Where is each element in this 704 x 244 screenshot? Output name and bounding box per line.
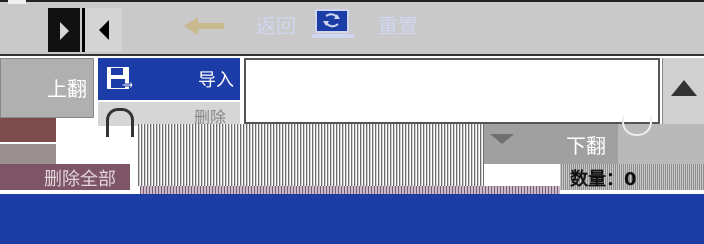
- item-count: 数量：0: [570, 169, 637, 190]
- triangle-right-icon: [60, 22, 69, 40]
- delete-button[interactable]: 删除: [98, 102, 240, 137]
- monitor-refresh-icon[interactable]: [310, 8, 356, 40]
- page-up-label: 上翻: [47, 77, 87, 101]
- page-down-button[interactable]: 下翻: [484, 124, 618, 164]
- delete-icon: [106, 108, 134, 137]
- triangle-down-icon: [490, 134, 514, 144]
- file-list[interactable]: [244, 58, 660, 124]
- reset-button[interactable]: 重置: [378, 10, 418, 39]
- import-label: 导入: [198, 70, 234, 91]
- page-down-label: 下翻: [566, 134, 606, 158]
- triangle-up-icon: [671, 80, 697, 96]
- floppy-disk-arrow-icon: [107, 67, 134, 92]
- left-panel-strip: [0, 144, 56, 164]
- list-body: [138, 124, 484, 186]
- arc-icon: [622, 116, 652, 136]
- back-button[interactable]: 返回: [256, 10, 296, 39]
- triangle-left-icon: [99, 20, 109, 40]
- back-arrow-icon[interactable]: [182, 14, 226, 36]
- nav-prev-button[interactable]: [82, 8, 122, 52]
- bottom-bar: [0, 194, 704, 244]
- delete-all-label: 删除全部: [44, 169, 116, 190]
- scroll-up-button[interactable]: [662, 58, 704, 124]
- toolbar-divider: [8, 0, 26, 4]
- right-panel: [618, 116, 704, 164]
- left-panel-strip: [0, 118, 56, 142]
- list-footer-strip: [140, 186, 560, 194]
- import-button[interactable]: 导入: [98, 58, 240, 100]
- page-up-button[interactable]: 上翻: [0, 58, 94, 118]
- nav-next-button[interactable]: [48, 8, 80, 52]
- delete-all-button[interactable]: 删除全部: [0, 164, 130, 190]
